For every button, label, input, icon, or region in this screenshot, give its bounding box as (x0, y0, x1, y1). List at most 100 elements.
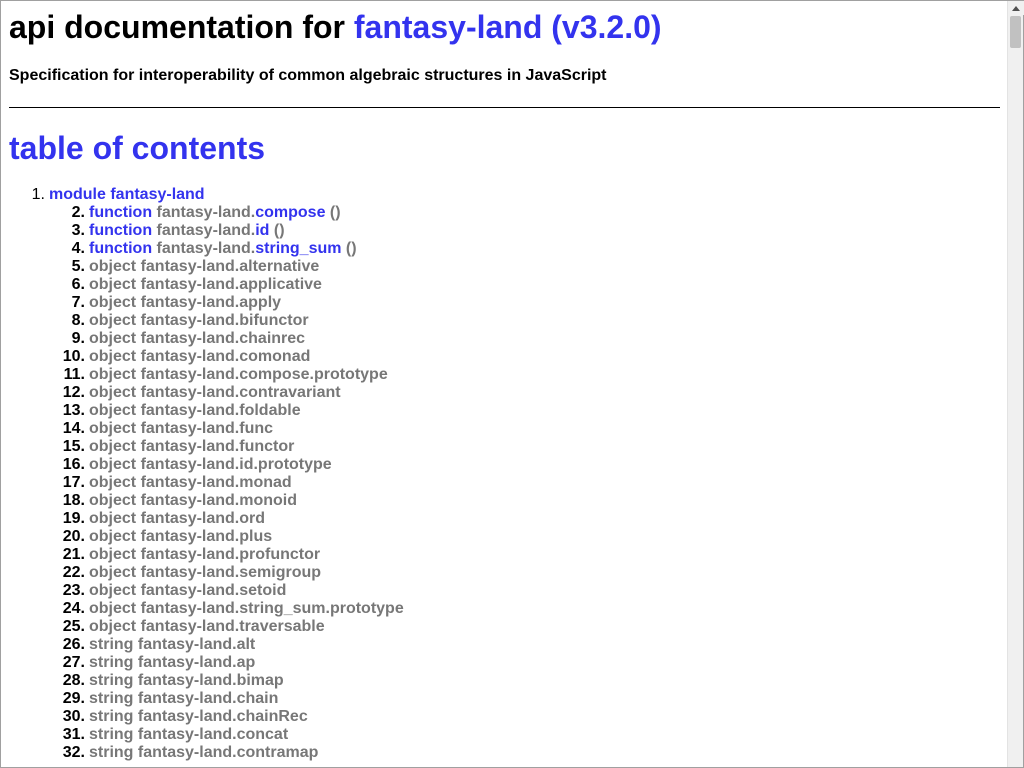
list-number: 16. (62, 456, 85, 473)
toc-item-link[interactable]: object fantasy-land.traversable (89, 618, 325, 635)
toc-item-link[interactable]: object fantasy-land.setoid (89, 582, 286, 599)
toc-item-link[interactable]: string fantasy-land.contramap (89, 744, 318, 761)
toc-item-link[interactable]: object fantasy-land.profunctor (89, 546, 320, 563)
toc-item: 27. string fantasy-land.ap (49, 654, 1000, 672)
toc-item: 10. object fantasy-land.comonad (49, 348, 1000, 366)
toc-item: 9. object fantasy-land.chainrec (49, 330, 1000, 348)
list-number: 4. (71, 240, 85, 257)
toc-item: 11. object fantasy-land.compose.prototype (49, 366, 1000, 384)
toc-item-link[interactable]: object fantasy-land.ord (89, 510, 265, 527)
toc-item-link[interactable]: object fantasy-land.comonad (89, 348, 310, 365)
type-keyword-link[interactable]: function (89, 204, 152, 221)
list-number: 20. (62, 528, 85, 545)
toc-item-link[interactable]: string fantasy-land.alt (89, 636, 255, 653)
toc-item: 12. object fantasy-land.contravariant (49, 384, 1000, 402)
scrollbar-thumb[interactable] (1010, 16, 1021, 48)
toc-item: 19. object fantasy-land.ord (49, 510, 1000, 528)
toc-item-link[interactable]: object fantasy-land.monad (89, 474, 292, 491)
toc-item: 30. string fantasy-land.chainRec (49, 708, 1000, 726)
list-number: 13. (62, 402, 85, 419)
list-number: 31. (62, 726, 85, 743)
list-number: 29. (62, 690, 85, 707)
divider (9, 107, 1000, 108)
list-number: 7. (71, 294, 85, 311)
list-number: 23. (62, 582, 85, 599)
toc-item-link[interactable]: object fantasy-land.semigroup (89, 564, 321, 581)
item-prefix: fantasy-land. (156, 240, 256, 257)
list-number: 12. (62, 384, 85, 401)
function-name-link[interactable]: id (255, 222, 269, 239)
toc-list: 1. module fantasy-land 2. function fantas… (9, 186, 1000, 762)
toc-module-item: 1. module fantasy-land 2. function fantas… (9, 186, 1000, 762)
toc-item-link[interactable]: object fantasy-land.plus (89, 528, 272, 545)
list-number: 17. (62, 474, 85, 491)
toc-item: 7. object fantasy-land.apply (49, 294, 1000, 312)
toc-item: 32. string fantasy-land.contramap (49, 744, 1000, 762)
toc-item: 21. object fantasy-land.profunctor (49, 546, 1000, 564)
toc-item: 20. object fantasy-land.plus (49, 528, 1000, 546)
list-number: 22. (62, 564, 85, 581)
list-number: 25. (62, 618, 85, 635)
toc-item: 29. string fantasy-land.chain (49, 690, 1000, 708)
scroll-up-arrow-icon[interactable] (1008, 1, 1024, 15)
toc-item: 23. object fantasy-land.setoid (49, 582, 1000, 600)
list-number: 9. (71, 330, 85, 347)
package-link[interactable]: fantasy-land (v3.2.0) (354, 9, 662, 45)
toc-item: 25. object fantasy-land.traversable (49, 618, 1000, 636)
item-suffix: () (341, 240, 357, 257)
toc-item: 13. object fantasy-land.foldable (49, 402, 1000, 420)
list-number: 14. (62, 420, 85, 437)
function-name-link[interactable]: compose (255, 204, 325, 221)
page-title-prefix: api documentation for (9, 9, 345, 45)
package-description: Specification for interoperability of co… (9, 67, 607, 84)
toc-item: 6. object fantasy-land.applicative (49, 276, 1000, 294)
toc-heading: table of contents (9, 130, 266, 166)
module-link[interactable]: module fantasy-land (49, 186, 205, 204)
toc-item: 14. object fantasy-land.func (49, 420, 1000, 438)
function-name-link[interactable]: string_sum (255, 240, 341, 257)
item-suffix: () (269, 222, 285, 239)
toc-item-link[interactable]: object fantasy-land.monoid (89, 492, 297, 509)
toc-item-link[interactable]: object fantasy-land.func (89, 420, 273, 437)
toc-item: 24. object fantasy-land.string_sum.protot… (49, 600, 1000, 618)
toc-item: 15. object fantasy-land.functor (49, 438, 1000, 456)
toc-item-link[interactable]: object fantasy-land.compose.prototype (89, 366, 388, 383)
page-title: api documentation for fantasy-land (v3.2… (9, 9, 1000, 45)
toc-item-link[interactable]: object fantasy-land.applicative (89, 276, 322, 293)
toc-item-link[interactable]: object fantasy-land.functor (89, 438, 294, 455)
toc-sublist: 2. function fantasy-land.compose () 3. func… (49, 204, 1000, 762)
list-number: 10. (62, 348, 85, 365)
type-keyword-link[interactable]: function (89, 222, 152, 239)
toc-item-link[interactable]: object fantasy-land.id.prototype (89, 456, 332, 473)
toc-item-link[interactable]: object fantasy-land.alternative (89, 258, 319, 275)
toc-item-link[interactable]: object fantasy-land.chainrec (89, 330, 305, 347)
toc-item: 31. string fantasy-land.concat (49, 726, 1000, 744)
list-number: 15. (62, 438, 85, 455)
type-keyword-link[interactable]: function (89, 240, 152, 257)
toc-item-link[interactable]: string fantasy-land.chain (89, 690, 278, 707)
toc-item: 16. object fantasy-land.id.prototype (49, 456, 1000, 474)
list-number: 21. (62, 546, 85, 563)
toc-item-link[interactable]: string fantasy-land.concat (89, 726, 288, 743)
toc-item: 3. function fantasy-land.id () (49, 222, 1000, 240)
list-number: 1. (31, 186, 45, 203)
toc-item-link[interactable]: string fantasy-land.bimap (89, 672, 284, 689)
toc-item-link[interactable]: object fantasy-land.apply (89, 294, 281, 311)
toc-item: 28. string fantasy-land.bimap (49, 672, 1000, 690)
list-number: 24. (62, 600, 85, 617)
vertical-scrollbar[interactable] (1007, 1, 1024, 767)
toc-item-link[interactable]: object fantasy-land.contravariant (89, 384, 341, 401)
toc-item: 17. object fantasy-land.monad (49, 474, 1000, 492)
toc-item-link[interactable]: string fantasy-land.chainRec (89, 708, 308, 725)
toc-item: 4. function fantasy-land.string_sum () (49, 240, 1000, 258)
list-number: 8. (71, 312, 85, 329)
toc-item-link[interactable]: object fantasy-land.foldable (89, 402, 301, 419)
item-suffix: () (325, 204, 341, 221)
list-number: 3. (71, 222, 85, 239)
toc-item-link[interactable]: string fantasy-land.ap (89, 654, 255, 671)
list-number: 5. (71, 258, 85, 275)
list-number: 6. (71, 276, 85, 293)
toc-item-link[interactable]: object fantasy-land.bifunctor (89, 312, 309, 329)
toc-item: 5. object fantasy-land.alternative (49, 258, 1000, 276)
toc-item-link[interactable]: object fantasy-land.string_sum.prototype (89, 600, 404, 617)
